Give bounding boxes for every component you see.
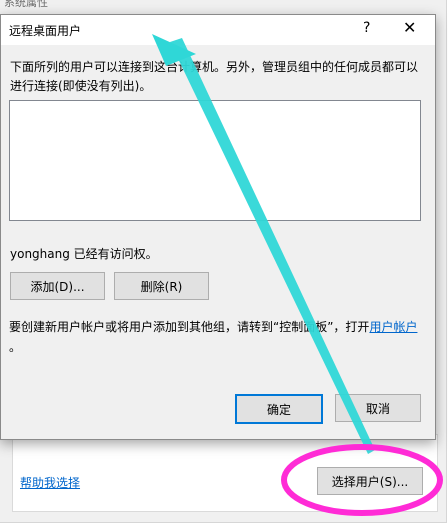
user-accounts-link[interactable]: 用户帐户 [369, 320, 417, 334]
user-list[interactable] [9, 100, 421, 221]
dialog-titlebar: 远程桌面用户 ? ✕ [1, 15, 435, 45]
remote-desktop-users-dialog: 远程桌面用户 ? ✕ 下面所列的用户可以连接到这台计算机。另外，管理员组中的任何… [0, 14, 436, 440]
dialog-description: 下面所列的用户可以连接到这台计算机。另外，管理员组中的任何成员都可以进行连接(即… [10, 60, 419, 93]
remove-button[interactable]: 删除(R) [114, 272, 209, 300]
info-text-prefix: 要创建新用户帐户或将用户添加到其他组，请转到“控制面板”，打开 [9, 320, 370, 334]
info-text-suffix: 。 [9, 340, 22, 354]
help-icon[interactable]: ? [363, 20, 370, 36]
dialog-title: 远程桌面用户 [9, 24, 82, 38]
close-icon[interactable]: ✕ [403, 18, 416, 37]
ok-button[interactable]: 确定 [235, 394, 323, 424]
select-users-button[interactable]: 选择用户(S)... [317, 467, 423, 495]
cancel-button[interactable]: 取消 [335, 394, 421, 422]
window-title-partial: 系统属性 [4, 0, 48, 9]
help-me-choose-link[interactable]: 帮助我选择 [20, 474, 80, 491]
info-text: 要创建新用户帐户或将用户添加到其他组，请转到“控制面板”，打开用户帐户 。 [9, 317, 429, 357]
add-button[interactable]: 添加(D)... [10, 272, 105, 300]
access-status-text: yonghang 已经有访问权。 [10, 247, 158, 261]
